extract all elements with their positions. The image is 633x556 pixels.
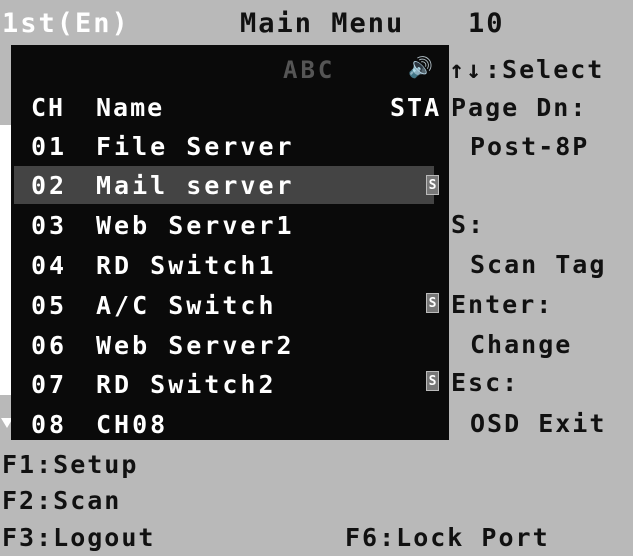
- column-header-sta: STA: [390, 93, 442, 122]
- abc-indicator: ABC: [283, 56, 336, 84]
- channel-row[interactable]: 08 CH08: [14, 405, 449, 443]
- channel-name: File Server: [96, 132, 295, 161]
- channel-row[interactable]: 01 File Server: [14, 127, 449, 165]
- channel-row[interactable]: 07 RD Switch2: [14, 365, 449, 403]
- channel-row[interactable]: 03 Web Server1: [14, 206, 449, 244]
- f1-setup[interactable]: F1:Setup: [2, 452, 138, 477]
- scroll-thumb[interactable]: [0, 125, 11, 395]
- channel-number: 03: [31, 211, 68, 240]
- channel-number: 05: [31, 291, 68, 320]
- channel-number: 07: [31, 370, 68, 399]
- channel-number: 08: [31, 410, 68, 439]
- channel-number: 02: [31, 171, 68, 200]
- channel-name: Mail server: [96, 171, 295, 200]
- channel-number: 06: [31, 331, 68, 360]
- help-post-8p: Post-8P: [470, 132, 590, 161]
- channel-row[interactable]: 06 Web Server2: [14, 326, 449, 364]
- help-page-dn: Page Dn:: [451, 93, 588, 122]
- column-header-name: Name: [96, 93, 165, 122]
- channel-name: Web Server1: [96, 211, 295, 240]
- menu-title: Main Menu: [240, 8, 405, 39]
- scan-tag-badge: S: [426, 293, 439, 313]
- scan-tag-badge: S: [426, 175, 439, 195]
- scan-tag-badge: S: [426, 371, 439, 391]
- column-header-ch: CH: [31, 93, 66, 122]
- channel-number: 04: [31, 251, 68, 280]
- channel-row[interactable]: 05 A/C Switch: [14, 286, 449, 324]
- help-select: :Select: [485, 55, 605, 84]
- channel-name: CH08: [96, 410, 169, 439]
- help-osd-exit: OSD Exit: [470, 409, 607, 438]
- help-esc: Esc:: [451, 368, 520, 397]
- f6-lock-port[interactable]: F6:Lock Port: [345, 525, 550, 550]
- f2-scan[interactable]: F2:Scan: [2, 488, 121, 513]
- channel-count: 10: [468, 8, 505, 39]
- channel-row-selected[interactable]: 02 Mail server: [14, 166, 434, 204]
- help-change: Change: [470, 330, 573, 359]
- current-user-label: 1st(En): [2, 8, 130, 39]
- help-scan-tag: Scan Tag: [470, 250, 607, 279]
- channel-name: RD Switch2: [96, 370, 277, 399]
- channel-name: RD Switch1: [96, 251, 277, 280]
- f3-logout[interactable]: F3:Logout: [2, 525, 155, 550]
- speaker-icon: 🔊: [408, 55, 433, 79]
- help-enter: Enter:: [451, 290, 554, 319]
- channel-name: A/C Switch: [96, 291, 277, 320]
- up-down-arrows-icon: ↑↓: [449, 55, 484, 84]
- channel-name: Web Server2: [96, 331, 295, 360]
- channel-number: 01: [31, 132, 68, 161]
- channel-row[interactable]: 04 RD Switch1: [14, 246, 449, 284]
- help-s-key: S:: [451, 210, 486, 239]
